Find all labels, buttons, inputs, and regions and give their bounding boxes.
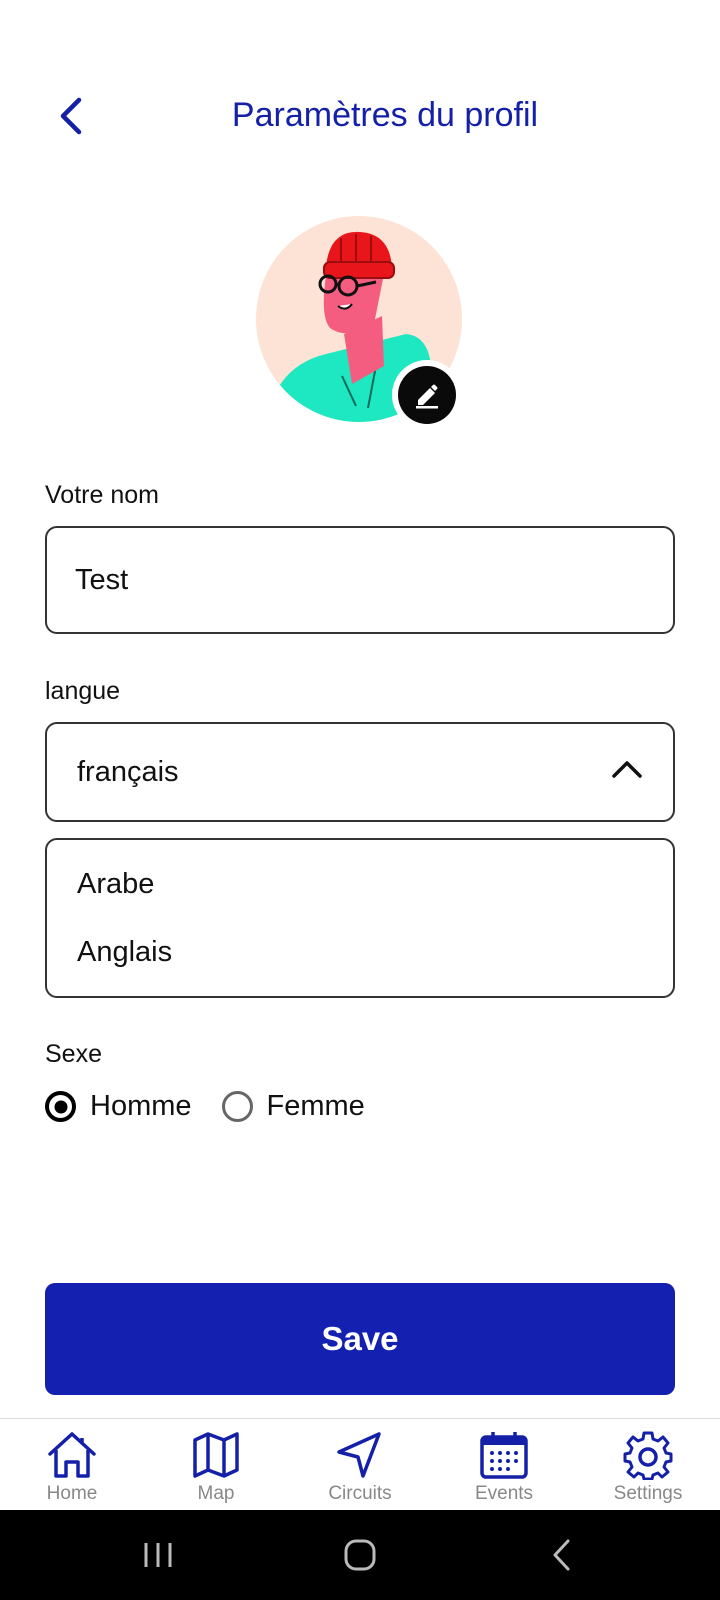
nav-label: Events [474, 1483, 534, 1504]
home-icon [48, 1432, 96, 1478]
language-option-anglais[interactable]: Anglais [77, 936, 172, 969]
gender-option-homme[interactable]: Homme [45, 1090, 192, 1123]
radio-label: Homme [90, 1090, 192, 1122]
nav-item-settings[interactable]: Settings [588, 1419, 708, 1511]
gear-icon [623, 1431, 673, 1480]
map-icon [193, 1432, 239, 1478]
save-button[interactable]: Save [45, 1283, 675, 1395]
profile-settings-screen: Paramètres du profil Votre nom Test lang… [0, 0, 720, 1600]
nav-item-events[interactable]: Events [444, 1419, 564, 1511]
nav-label: Map [197, 1483, 235, 1504]
radio-unchecked-icon [221, 1091, 253, 1122]
bottom-navigation: Home Map Circuits Events Settings [0, 1418, 720, 1510]
radio-checked-icon [45, 1091, 76, 1122]
home-system-button[interactable] [330, 1530, 390, 1580]
edit-avatar-button[interactable] [392, 360, 462, 430]
page-title: Paramètres du profil [231, 96, 539, 134]
recent-apps-button[interactable] [128, 1530, 188, 1580]
language-select[interactable]: français [45, 722, 675, 822]
language-label: langue [45, 677, 121, 705]
gender-label: Sexe [45, 1040, 102, 1068]
calendar-icon [480, 1432, 528, 1479]
back-arrow-icon [553, 1539, 570, 1571]
gender-radio-group: Homme Femme [45, 1090, 395, 1123]
language-option-arabe[interactable]: Arabe [77, 868, 154, 901]
recent-apps-icon [144, 1543, 172, 1567]
name-label: Votre nom [45, 481, 159, 509]
profile-avatar-container [256, 216, 464, 430]
language-dropdown-list: Arabe Anglais [45, 838, 675, 998]
name-value: Test [75, 564, 129, 596]
gender-option-femme[interactable]: Femme [221, 1090, 365, 1123]
nav-item-circuits[interactable]: Circuits [300, 1419, 420, 1511]
navigation-arrow-icon [337, 1432, 381, 1478]
nav-label: Home [46, 1483, 98, 1504]
language-selected-value: français [77, 756, 179, 788]
system-navigation-bar [0, 1510, 720, 1600]
chevron-up-icon [612, 761, 642, 778]
nav-item-home[interactable]: Home [12, 1419, 132, 1511]
nav-label: Circuits [328, 1483, 392, 1504]
radio-label: Femme [266, 1090, 365, 1122]
nav-item-map[interactable]: Map [156, 1419, 276, 1511]
nav-label: Settings [613, 1483, 683, 1504]
name-field[interactable]: Test [45, 526, 675, 634]
back-system-button[interactable] [532, 1530, 592, 1580]
home-circle-icon [344, 1539, 376, 1571]
pencil-icon [416, 384, 438, 409]
